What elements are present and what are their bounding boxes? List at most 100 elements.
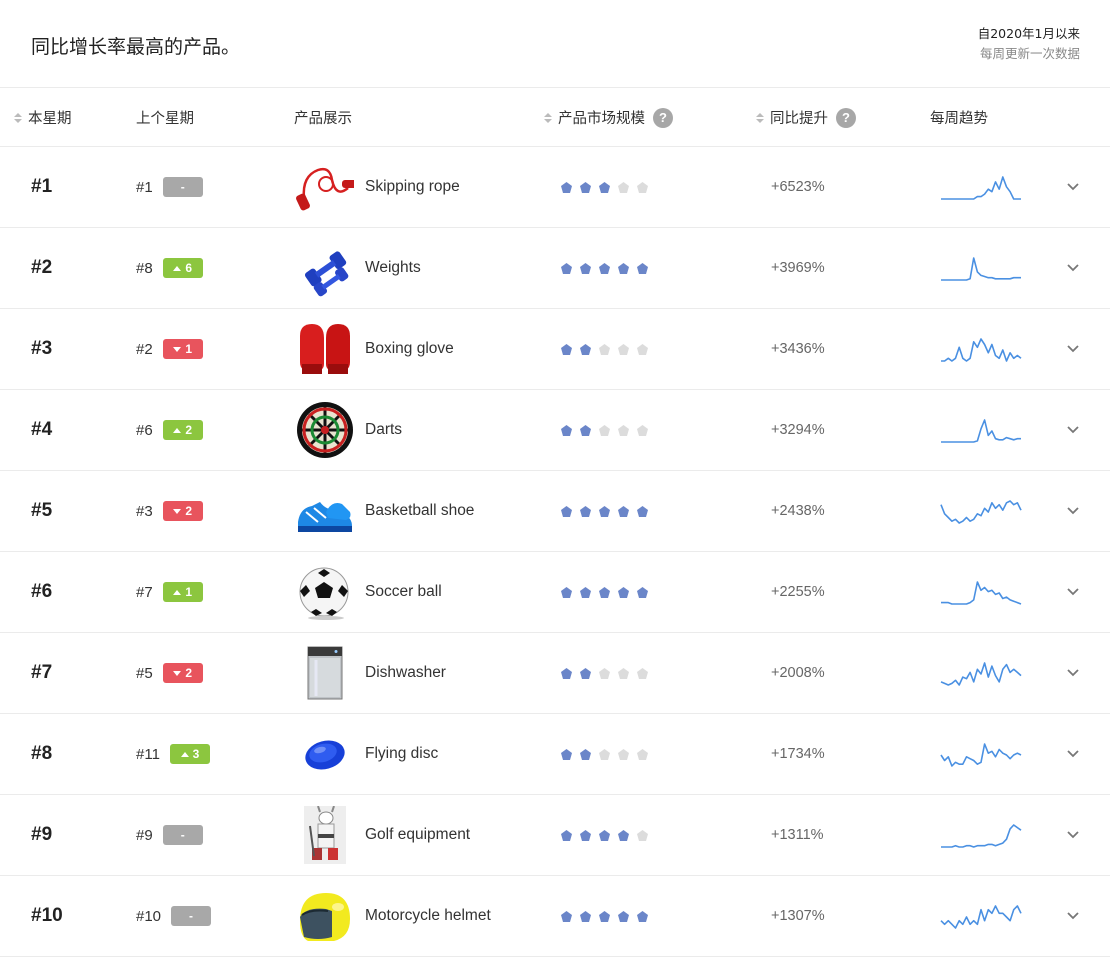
skipping-rope-icon bbox=[296, 167, 354, 211]
pentagon-filled-icon bbox=[580, 748, 591, 760]
pentagon-filled-icon bbox=[599, 829, 610, 841]
rank-last-week-value: #2 bbox=[136, 340, 153, 358]
rank-change-value: 2 bbox=[185, 504, 193, 518]
sparkline-line bbox=[941, 257, 1021, 281]
dartboard-icon bbox=[297, 402, 353, 458]
table-row-5[interactable]: #5 #3 2 Basketball shoe +2438% bbox=[0, 471, 1110, 552]
product-name[interactable]: Dishwasher bbox=[365, 633, 446, 713]
expand-row-button[interactable] bbox=[1066, 876, 1080, 956]
table-row-7[interactable]: #7 #5 2 Dishwasher +2008% bbox=[0, 633, 1110, 714]
chevron-down-icon bbox=[1067, 345, 1079, 353]
expand-row-button[interactable] bbox=[1066, 714, 1080, 794]
expand-row-button[interactable] bbox=[1066, 633, 1080, 713]
market-size-rating bbox=[560, 876, 655, 956]
rank-change-value: 6 bbox=[185, 261, 193, 275]
basketball-shoe-icon bbox=[298, 502, 352, 532]
rank-change-value: - bbox=[180, 180, 185, 194]
product-name[interactable]: Boxing glove bbox=[365, 309, 454, 389]
rank-change-badge: 2 bbox=[162, 663, 203, 683]
pentagon-filled-icon bbox=[561, 748, 572, 760]
help-icon[interactable]: ? bbox=[653, 107, 673, 128]
market-size-rating bbox=[560, 714, 655, 794]
rank-last-week: #10 - bbox=[136, 876, 212, 956]
pentagon-empty-icon bbox=[618, 748, 629, 760]
pentagon-filled-icon bbox=[618, 505, 629, 517]
rank-this-week: #6 bbox=[31, 581, 53, 602]
expand-row-button[interactable] bbox=[1066, 390, 1080, 470]
col-last-week: 上个星期 bbox=[136, 107, 194, 128]
rank-change-badge: 1 bbox=[162, 339, 203, 359]
market-size-rating bbox=[560, 390, 655, 470]
col-trend: 每周趋势 bbox=[930, 107, 988, 128]
page-title: 同比增长率最高的产品。 bbox=[31, 36, 241, 58]
sparkline-line bbox=[941, 419, 1021, 443]
flying-disc-icon bbox=[305, 740, 345, 770]
col-yoy-label: 同比提升 bbox=[770, 111, 828, 127]
pentagon-filled-icon bbox=[580, 829, 591, 841]
expand-row-button[interactable] bbox=[1066, 228, 1080, 308]
sparkline-line bbox=[940, 743, 1022, 767]
table-row-2[interactable]: #2 #8 6 Weights +3969% bbox=[0, 228, 1110, 309]
product-name[interactable]: Golf equipment bbox=[365, 795, 470, 875]
rank-last-week-value: #5 bbox=[136, 664, 153, 682]
pentagon-empty-icon bbox=[599, 424, 610, 436]
sparkline-chart bbox=[941, 824, 1022, 848]
product-name[interactable]: Soccer ball bbox=[365, 552, 442, 632]
boxing-glove-icon bbox=[300, 324, 350, 374]
table-row-9[interactable]: #9 #9 - Golf equipment +1311% bbox=[0, 795, 1110, 876]
rank-change-badge: - bbox=[162, 825, 203, 845]
rank-change-value: 1 bbox=[185, 342, 193, 356]
chevron-down-icon bbox=[1067, 183, 1079, 191]
weekly-trend-sparkline bbox=[940, 552, 1022, 632]
weekly-trend-sparkline bbox=[940, 876, 1022, 956]
sparkline-line bbox=[941, 176, 1021, 200]
product-name[interactable]: Darts bbox=[365, 390, 402, 470]
rank-change-value: 3 bbox=[192, 747, 200, 761]
table-row-8[interactable]: #8 #11 3 Flying disc +1734% bbox=[0, 714, 1110, 795]
market-size-rating bbox=[560, 228, 655, 308]
rank-change-badge: 3 bbox=[169, 744, 210, 764]
col-yoy[interactable]: 同比提升 ? bbox=[756, 107, 856, 128]
pentagon-filled-icon bbox=[561, 343, 572, 355]
pentagon-empty-icon bbox=[637, 424, 648, 436]
product-name[interactable]: Weights bbox=[365, 228, 421, 308]
product-image bbox=[296, 471, 354, 551]
chevron-down-icon bbox=[1067, 831, 1079, 839]
rank-last-week-value: #11 bbox=[136, 745, 160, 763]
product-name[interactable]: Flying disc bbox=[365, 714, 438, 794]
yoy-growth: +2438% bbox=[771, 503, 825, 519]
expand-row-button[interactable] bbox=[1066, 309, 1080, 389]
yoy-growth: +3436% bbox=[771, 341, 825, 357]
sparkline-chart bbox=[941, 257, 1021, 281]
table-row-4[interactable]: #4 #6 2 Darts +3294% bbox=[0, 390, 1110, 471]
rank-change-badge: - bbox=[171, 906, 212, 926]
table-row-3[interactable]: #3 #2 1 Boxing glove +3436% bbox=[0, 309, 1110, 390]
weekly-trend-sparkline bbox=[940, 147, 1022, 227]
help-icon[interactable]: ? bbox=[836, 107, 856, 128]
expand-row-button[interactable] bbox=[1066, 552, 1080, 632]
table-row-1[interactable]: #1 #1 - Skipping rope +6523% bbox=[0, 147, 1110, 228]
yoy-growth: +1734% bbox=[771, 746, 825, 762]
sort-icon bbox=[544, 112, 552, 123]
dumbbell-icon bbox=[304, 251, 349, 297]
soccer-ball-icon bbox=[299, 567, 349, 620]
rank-this-week: #8 bbox=[31, 743, 53, 764]
table-row-10[interactable]: #10 #10 - Motorcycle helmet +1307% bbox=[0, 876, 1110, 957]
expand-row-button[interactable] bbox=[1066, 471, 1080, 551]
sparkline-line bbox=[940, 905, 1022, 929]
pentagon-filled-icon bbox=[599, 910, 610, 922]
rank-last-week-value: #7 bbox=[136, 583, 153, 601]
expand-row-button[interactable] bbox=[1066, 147, 1080, 227]
product-name[interactable]: Basketball shoe bbox=[365, 471, 474, 551]
pentagon-filled-icon bbox=[618, 586, 629, 598]
col-this-week[interactable]: 本星期 bbox=[14, 107, 72, 128]
product-name[interactable]: Skipping rope bbox=[365, 147, 460, 227]
pentagon-filled-icon bbox=[561, 505, 572, 517]
rank-last-week: #7 1 bbox=[136, 552, 203, 632]
pentagon-empty-icon bbox=[637, 181, 648, 193]
col-market-size[interactable]: 产品市场规模 ? bbox=[544, 107, 673, 128]
expand-row-button[interactable] bbox=[1066, 795, 1080, 875]
product-name[interactable]: Motorcycle helmet bbox=[365, 876, 491, 956]
table-row-6[interactable]: #6 #7 1 Soccer ball +2255% bbox=[0, 552, 1110, 633]
rank-this-week: #7 bbox=[31, 662, 53, 683]
